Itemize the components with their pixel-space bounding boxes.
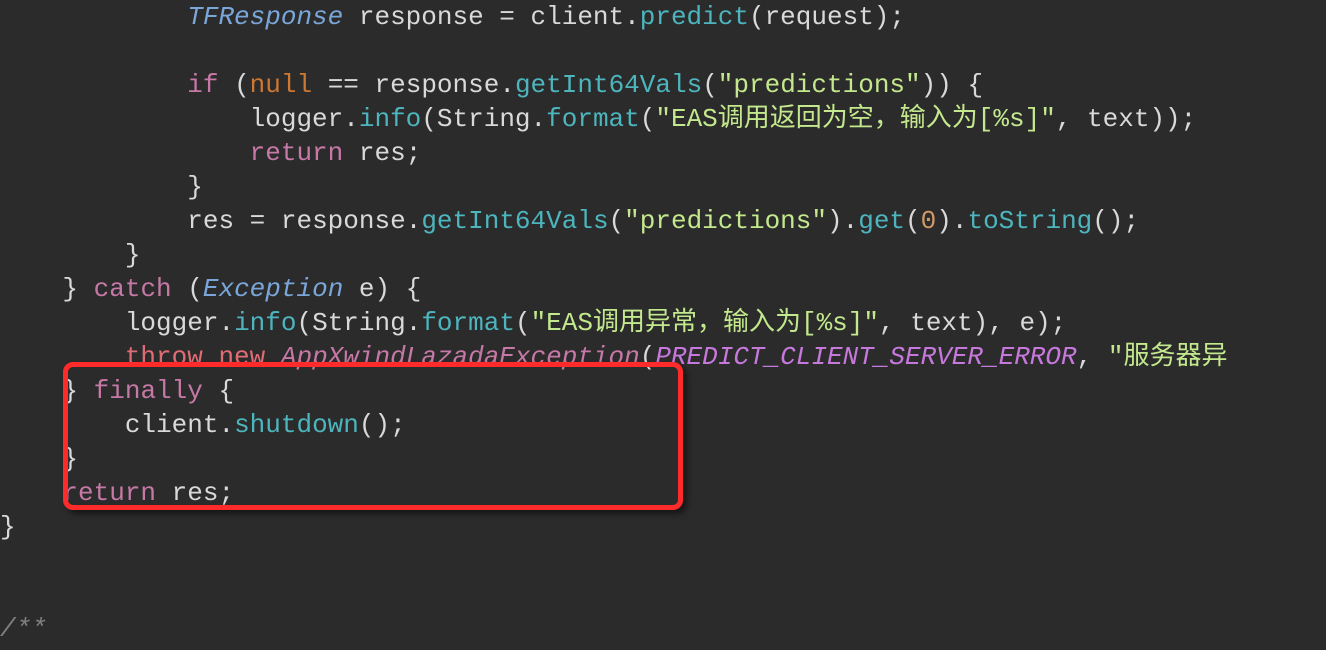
var-token: response	[281, 206, 406, 236]
method-token: format	[546, 104, 640, 134]
comment-token: /**	[0, 614, 47, 644]
punc-token: .	[406, 308, 422, 338]
punc-token: }	[187, 172, 203, 202]
punc-token: (	[187, 274, 203, 304]
keyword-token: return	[62, 478, 156, 508]
method-token: getInt64Vals	[515, 70, 702, 100]
var-token: e	[359, 274, 375, 304]
punc-token: ;	[218, 478, 234, 508]
keyword-token: new	[218, 342, 265, 372]
punc-token: (	[296, 308, 312, 338]
punc-token: ,	[1056, 104, 1087, 134]
punc-token: ();	[359, 410, 406, 440]
string-token: "EAS调用异常，输入为[%s]"	[531, 308, 879, 338]
method-token: getInt64Vals	[421, 206, 608, 236]
punc-token: ),	[973, 308, 1020, 338]
method-token: get	[858, 206, 905, 236]
punc-token: }	[62, 444, 78, 474]
method-token: toString	[967, 206, 1092, 236]
punc-token: );	[874, 2, 905, 32]
type-token: Exception	[203, 274, 343, 304]
null-token: null	[250, 70, 312, 100]
punc-token: );	[1035, 308, 1066, 338]
method-token: info	[359, 104, 421, 134]
punc-token: .	[218, 410, 234, 440]
punc-token: ).	[936, 206, 967, 236]
punc-token: ();	[1092, 206, 1139, 236]
string-token: "服务器异	[1108, 342, 1228, 372]
keyword-token: throw	[125, 342, 203, 372]
var-token: text	[1087, 104, 1149, 134]
method-token: info	[234, 308, 296, 338]
punc-token: .	[218, 308, 234, 338]
class-token: String	[312, 308, 406, 338]
punc-token: (	[640, 104, 656, 134]
punc-token: ) {	[375, 274, 422, 304]
punc-token: )) {	[921, 70, 983, 100]
var-token: client	[531, 2, 625, 32]
punc-token: (	[905, 206, 921, 236]
number-token: 0	[921, 206, 937, 236]
var-token: res	[156, 478, 218, 508]
keyword-token: catch	[94, 274, 172, 304]
string-token: "predictions"	[624, 206, 827, 236]
var-token: client	[125, 410, 219, 440]
method-token: shutdown	[234, 410, 359, 440]
punc-token: (	[609, 206, 625, 236]
type-token: AppXwindLazadaException	[281, 342, 640, 372]
punc-token: ;	[406, 138, 422, 168]
keyword-token: finally	[94, 376, 203, 406]
const-token: PREDICT_CLIENT_SERVER_ERROR	[655, 342, 1076, 372]
var-token: response	[375, 70, 500, 100]
string-token: "EAS调用返回为空，输入为[%s]"	[655, 104, 1055, 134]
var-token: text	[910, 308, 972, 338]
punc-token: }	[62, 376, 78, 406]
var-token: res	[187, 206, 234, 236]
punc-token: {	[218, 376, 234, 406]
punc-token: ));	[1149, 104, 1196, 134]
punc-token: .	[531, 104, 547, 134]
punc-token: (	[234, 70, 250, 100]
type-token: TFResponse	[187, 2, 343, 32]
op-token: =	[484, 2, 531, 32]
var-token: logger	[250, 104, 344, 134]
keyword-token: return	[250, 138, 344, 168]
punc-token: .	[624, 2, 640, 32]
class-token: String	[437, 104, 531, 134]
var-token: logger	[125, 308, 219, 338]
method-token: format	[421, 308, 515, 338]
punc-token: ,	[879, 308, 910, 338]
var-token: response	[359, 2, 484, 32]
method-token: predict	[640, 2, 749, 32]
punc-token: (	[640, 342, 656, 372]
punc-token: (	[515, 308, 531, 338]
punc-token: ,	[1077, 342, 1108, 372]
op-token: ==	[312, 70, 374, 100]
punc-token: .	[406, 206, 422, 236]
punc-token: (	[749, 2, 765, 32]
var-token: res	[343, 138, 405, 168]
punc-token: }	[0, 512, 16, 542]
punc-token: }	[125, 240, 141, 270]
punc-token: .	[499, 70, 515, 100]
string-token: "predictions"	[718, 70, 921, 100]
punc-token: (	[421, 104, 437, 134]
punc-token: ).	[827, 206, 858, 236]
punc-token: .	[343, 104, 359, 134]
punc-token: (	[702, 70, 718, 100]
punc-token: }	[62, 274, 78, 304]
var-token: e	[1019, 308, 1035, 338]
var-token: request	[765, 2, 874, 32]
op-token: =	[250, 206, 266, 236]
code-editor[interactable]: TFResponse response = client.predict(req…	[0, 0, 1326, 646]
keyword-token: if	[187, 70, 218, 100]
